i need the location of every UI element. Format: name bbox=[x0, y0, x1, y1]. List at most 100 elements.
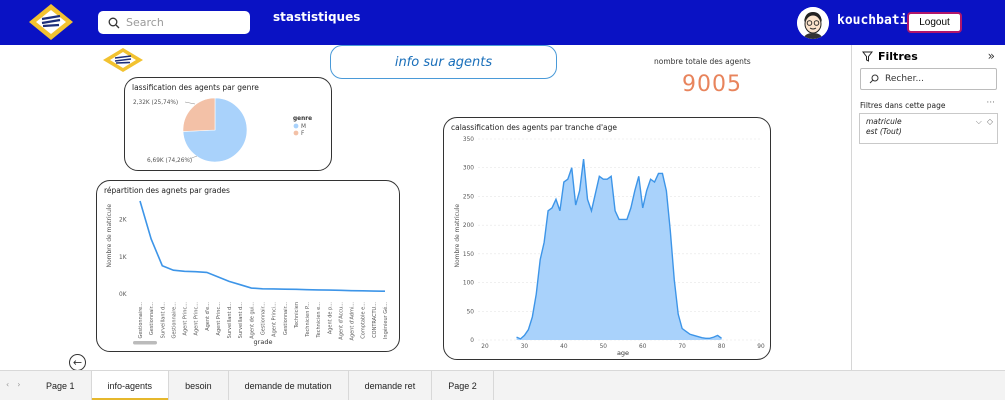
search-icon bbox=[869, 74, 879, 84]
pie-leader-f bbox=[184, 101, 196, 105]
age-xtick: 70 bbox=[678, 344, 686, 350]
pie-legend-label-m: M bbox=[301, 124, 306, 130]
kpi-value: 9005 bbox=[682, 72, 742, 97]
grade-category-label: Surveillant d... bbox=[227, 302, 233, 339]
age-xtick: 80 bbox=[718, 344, 726, 350]
grade-category-label: CONTRACTU... bbox=[372, 302, 378, 338]
filter-icon bbox=[862, 51, 873, 62]
tab-demande-de-mutation[interactable]: demande de mutation bbox=[229, 371, 349, 400]
age-xlabel: age bbox=[617, 349, 629, 357]
filter-field-value: est (Tout) bbox=[866, 127, 902, 136]
grade-category-label: Surveillant d... bbox=[238, 302, 244, 339]
user-avatar-icon bbox=[797, 7, 829, 39]
pie-legend-swatch-m bbox=[293, 123, 299, 129]
grade-xlabel: grade bbox=[254, 338, 273, 346]
top-navigation-bar: Search stastistiques kouchbati Logout bbox=[0, 0, 1005, 45]
filters-section-label: Filtres dans cette page bbox=[860, 101, 946, 110]
chevron-down-icon[interactable]: ⌵ bbox=[976, 117, 982, 127]
filter-search-input[interactable]: Recher... bbox=[860, 68, 997, 90]
grade-category-label: Gestionnaire... bbox=[171, 302, 177, 339]
gender-pie-chart: 2,32K (25,74%) 6,69K (74,26%) genre MF bbox=[133, 97, 312, 164]
age-ytick: 250 bbox=[463, 194, 474, 200]
grade-category-label: Technicien e... bbox=[316, 302, 322, 339]
grade-line-chart: Nombre de matricule 0K 1K 2K Gestionnaire...… bbox=[106, 200, 389, 346]
search-placeholder: Search bbox=[126, 16, 164, 29]
grade-line-chart-panel[interactable]: répartition des agnets par grades Nombre… bbox=[96, 180, 400, 352]
filters-pane: Filtres » Recher... Filtres dans cette p… bbox=[851, 45, 1005, 370]
filter-card-actions: ⌵ ◇ bbox=[976, 117, 993, 127]
pie-label-m: 6,69K (74,26%) bbox=[147, 158, 192, 164]
grade-category-label: Gestionnair... bbox=[149, 302, 155, 336]
age-ytick: 100 bbox=[463, 281, 474, 287]
report-page: Search stastistiques kouchbati Logout in… bbox=[0, 0, 1005, 400]
age-ylabel: Nombre de matricule bbox=[454, 204, 461, 268]
avatar[interactable] bbox=[797, 7, 829, 39]
username: kouchbati bbox=[837, 13, 908, 28]
filter-card-matricule[interactable]: matricule est (Tout) ⌵ ◇ bbox=[859, 113, 998, 144]
age-xtick: 50 bbox=[600, 344, 608, 350]
page-tab-bar: ‹ › Page 1 info-agents besoin demande de mu… bbox=[0, 370, 1005, 400]
age-area-chart-panel[interactable]: calassification des agents par tranche d… bbox=[443, 117, 771, 360]
age-xtick: 60 bbox=[639, 344, 647, 350]
age-xtick: 20 bbox=[481, 344, 489, 350]
search-box[interactable]: Search bbox=[98, 11, 250, 34]
tab-besoin[interactable]: besoin bbox=[169, 371, 229, 400]
pie-label-f: 2,32K (25,74%) bbox=[133, 100, 178, 106]
filters-header: Filtres bbox=[862, 50, 918, 63]
age-area-fill bbox=[516, 159, 722, 340]
age-xtick: 40 bbox=[560, 344, 568, 350]
report-logo-icon bbox=[103, 48, 143, 72]
tab-navigation: ‹ › bbox=[6, 380, 20, 389]
more-options-icon[interactable]: ··· bbox=[986, 98, 995, 108]
next-page-icon[interactable]: › bbox=[17, 380, 20, 389]
grade-category-label: Agent de p... bbox=[327, 302, 333, 335]
logo-icon bbox=[29, 4, 73, 40]
grade-category-label: Agent d'Admi... bbox=[350, 302, 356, 341]
age-xtick: 90 bbox=[757, 344, 765, 350]
grade-ylabel: Nombre de matricule bbox=[106, 204, 113, 268]
tab-info-agents[interactable]: info-agents bbox=[91, 371, 170, 400]
grade-category-label: Gestionnaire... bbox=[138, 302, 144, 339]
age-ytick: 150 bbox=[463, 252, 474, 258]
collapse-pane-icon[interactable]: » bbox=[988, 49, 995, 63]
filter-search-placeholder: Recher... bbox=[885, 74, 925, 84]
filters-title: Filtres bbox=[878, 50, 918, 63]
app-title: stastistiques bbox=[273, 10, 361, 24]
grade-category-label: Agent Princ... bbox=[194, 302, 200, 336]
grade-ytick: 2K bbox=[119, 218, 127, 224]
filter-field-name: matricule bbox=[866, 117, 902, 126]
pie-legend-swatch-f bbox=[293, 130, 299, 136]
search-icon bbox=[108, 17, 120, 28]
grade-ytick: 1K bbox=[119, 255, 127, 261]
gender-pie-chart-panel[interactable]: lassification des agents par genre 2,32K… bbox=[124, 77, 332, 171]
back-arrow-icon[interactable]: ← bbox=[69, 354, 86, 371]
pie-legend-label-f: F bbox=[301, 131, 304, 137]
grade-series-line bbox=[139, 200, 386, 293]
grade-category-label: Gestionnair... bbox=[261, 302, 267, 336]
tab-page-1[interactable]: Page 1 bbox=[30, 371, 92, 400]
grade-category-label: Agent d'e... bbox=[205, 302, 211, 331]
grade-scrollbar bbox=[133, 341, 157, 345]
grade-category-label: Technicien P... bbox=[305, 302, 311, 338]
age-ytick: 50 bbox=[467, 309, 475, 315]
previous-page-icon[interactable]: ‹ bbox=[6, 380, 9, 389]
logout-button[interactable]: Logout bbox=[907, 12, 962, 33]
grade-category-label: Agent de gui... bbox=[249, 302, 255, 339]
grade-category-label: Agent d'Accu... bbox=[338, 302, 344, 340]
age-ytick: 200 bbox=[463, 223, 474, 229]
age-ytick: 350 bbox=[463, 137, 474, 143]
eraser-icon[interactable]: ◇ bbox=[987, 117, 993, 127]
age-ytick: 300 bbox=[463, 166, 474, 172]
grade-category-label: Agent Princ... bbox=[216, 302, 222, 336]
pie-slice-f bbox=[182, 97, 216, 132]
age-area-chart: 0 50 100 150 200 250 300 350 20 30 40 50 60 70 80 90 Nom… bbox=[454, 137, 765, 357]
grade-category-label: Surveillant d... bbox=[160, 302, 166, 339]
tab-page-2[interactable]: Page 2 bbox=[432, 371, 494, 400]
grade-category-label: Gestionnair... bbox=[283, 302, 289, 336]
age-ytick: 0 bbox=[470, 338, 474, 344]
grade-category-label: Agent Princ... bbox=[183, 302, 189, 336]
age-xtick: 30 bbox=[521, 344, 529, 350]
pie-legend-title: genre bbox=[293, 116, 312, 122]
info-title-card: info sur agents bbox=[330, 45, 557, 79]
tab-demande-ret[interactable]: demande ret bbox=[349, 371, 433, 400]
